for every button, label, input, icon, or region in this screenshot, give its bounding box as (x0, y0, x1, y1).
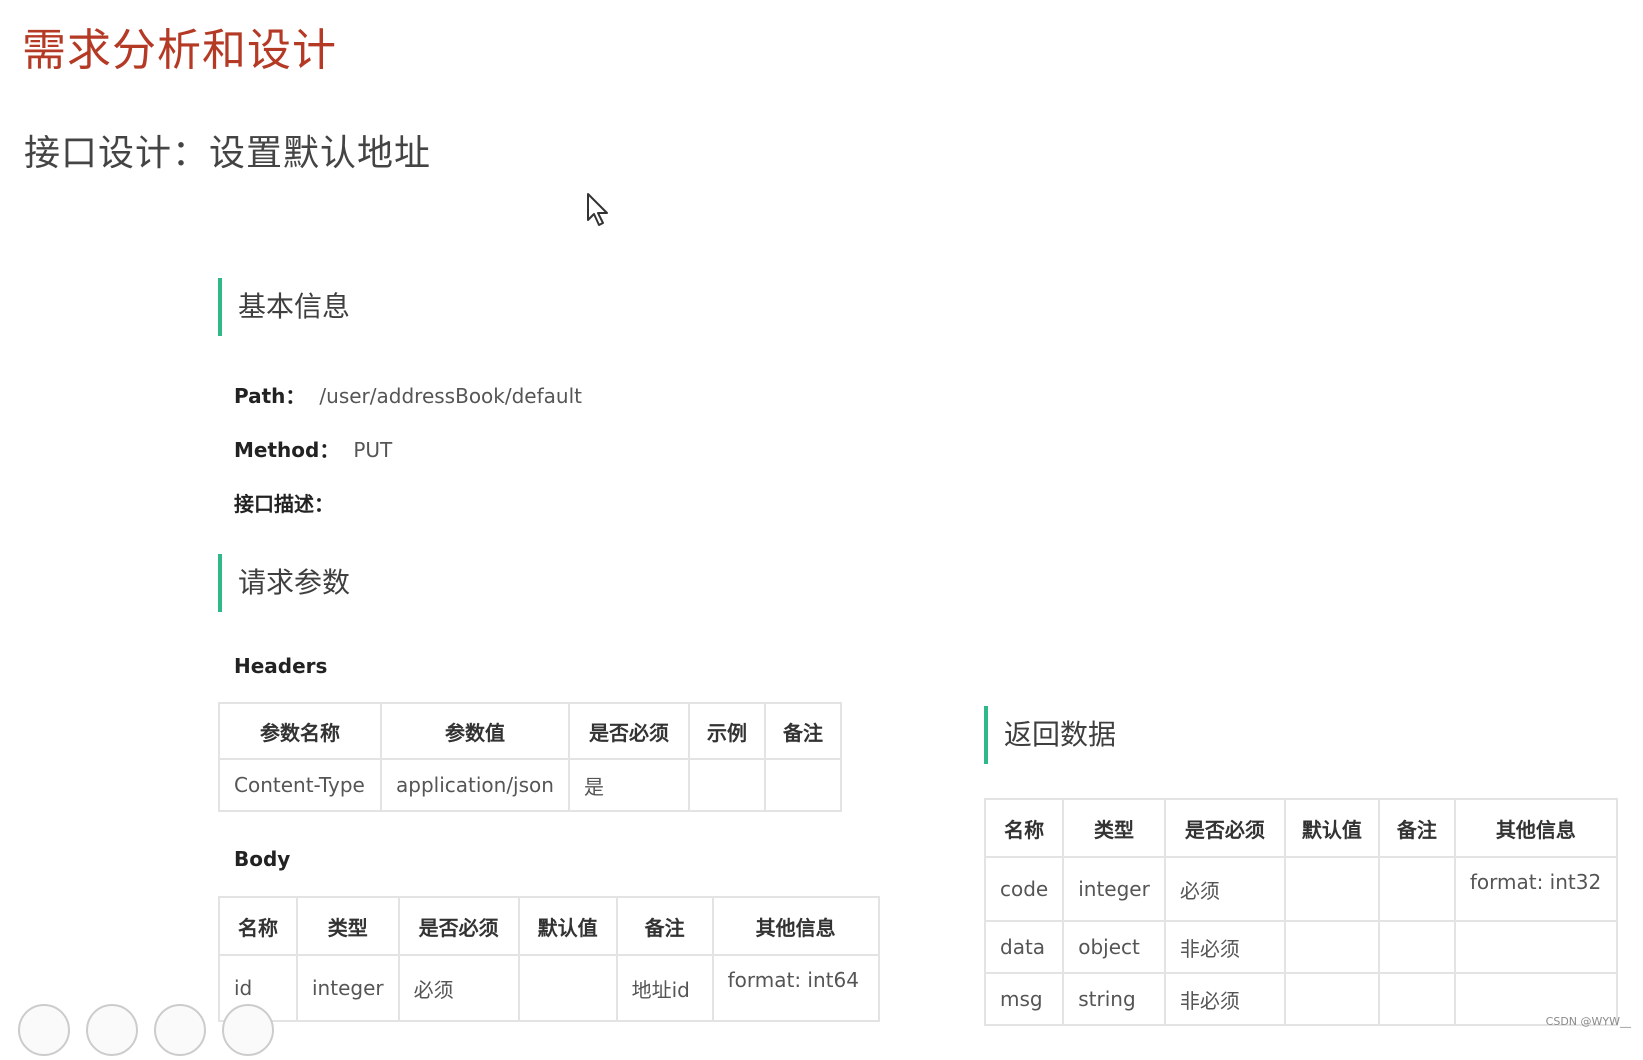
table-cell: application/json (380, 758, 570, 812)
table-header-row: 名称 类型 是否必须 默认值 备注 其他信息 (218, 896, 880, 956)
table-cell (517, 954, 618, 1022)
more-icon[interactable] (222, 1004, 274, 1056)
mouse-cursor-icon (586, 192, 612, 232)
description-row: 接口描述： (234, 488, 348, 517)
column-header: 默认值 (1283, 798, 1380, 858)
slides-icon[interactable] (86, 1004, 138, 1056)
table-cell: 必须 (397, 954, 520, 1022)
table-cell: 地址id (615, 954, 714, 1022)
page-subtitle: 接口设计：设置默认地址 (24, 133, 432, 174)
table-cell: 是 (567, 758, 690, 812)
column-header: 参数值 (380, 702, 570, 760)
request-params-heading: 请求参数 (218, 554, 350, 612)
table-cell (1377, 856, 1456, 922)
table-cell: msg (983, 972, 1065, 1026)
method-value: PUT (353, 438, 393, 462)
headers-table: 参数名称 参数值 是否必须 示例 备注 Content-Type applica… (218, 702, 842, 812)
table-cell: 非必须 (1163, 972, 1286, 1026)
basic-info-heading: 基本信息 (218, 278, 350, 336)
magnifier-icon[interactable] (154, 1004, 206, 1056)
headers-label: Headers (234, 654, 328, 678)
column-header: 类型 (296, 896, 400, 956)
path-value: /user/addressBook/default (319, 384, 582, 408)
path-row: Path： /user/addressBook/default (234, 380, 582, 409)
table-cell (1283, 856, 1380, 922)
column-header: 类型 (1062, 798, 1166, 858)
presentation-toolbar (18, 1004, 290, 1060)
description-label: 接口描述： (234, 492, 334, 516)
table-cell: code (983, 856, 1065, 922)
table-row: data object 非必须 (983, 920, 1618, 974)
column-header: 是否必须 (1163, 798, 1286, 858)
table-cell: integer (1062, 856, 1166, 922)
column-header: 参数名称 (218, 702, 382, 760)
table-cell (1453, 920, 1618, 974)
table-cell: object (1062, 920, 1166, 974)
method-label: Method： (234, 438, 340, 462)
table-cell: Content-Type (218, 758, 382, 812)
column-header: 备注 (763, 702, 842, 760)
column-header: 是否必须 (397, 896, 520, 956)
table-cell: string (1062, 972, 1166, 1026)
table-cell (1377, 972, 1456, 1026)
path-label: Path： (234, 384, 306, 408)
table-cell (1377, 920, 1456, 974)
table-cell: format: int64 (711, 954, 880, 1022)
body-label: Body (234, 847, 291, 871)
table-header-row: 参数名称 参数值 是否必须 示例 备注 (218, 702, 842, 760)
table-cell: 必须 (1163, 856, 1286, 922)
column-header: 其他信息 (1453, 798, 1618, 858)
pen-icon[interactable] (18, 1004, 70, 1056)
page-title: 需求分析和设计 (22, 25, 337, 76)
table-row: id integer 必须 地址id format: int64 (218, 954, 880, 1022)
column-header: 示例 (687, 702, 766, 760)
response-data-heading: 返回数据 (984, 706, 1116, 764)
table-cell: integer (296, 954, 400, 1022)
table-cell (1283, 920, 1380, 974)
column-header: 默认值 (517, 896, 618, 956)
method-row: Method： PUT (234, 434, 392, 463)
table-cell: format: int32 (1453, 856, 1618, 922)
column-header: 其他信息 (711, 896, 880, 956)
table-cell: 非必须 (1163, 920, 1286, 974)
table-row: code integer 必须 format: int32 (983, 856, 1618, 922)
response-table: 名称 类型 是否必须 默认值 备注 其他信息 code integer 必须 f… (983, 798, 1618, 1026)
table-header-row: 名称 类型 是否必须 默认值 备注 其他信息 (983, 798, 1618, 858)
table-row: msg string 非必须 (983, 972, 1618, 1026)
table-cell (687, 758, 766, 812)
table-cell: data (983, 920, 1065, 974)
column-header: 是否必须 (567, 702, 690, 760)
table-row: Content-Type application/json 是 (218, 758, 842, 812)
column-header: 名称 (218, 896, 298, 956)
column-header: 备注 (615, 896, 714, 956)
watermark: CSDN @WYW__ (1545, 1015, 1631, 1028)
table-cell (763, 758, 842, 812)
column-header: 备注 (1377, 798, 1456, 858)
column-header: 名称 (983, 798, 1065, 858)
table-cell (1283, 972, 1380, 1026)
body-table: 名称 类型 是否必须 默认值 备注 其他信息 id integer 必须 地址i… (218, 896, 880, 1022)
